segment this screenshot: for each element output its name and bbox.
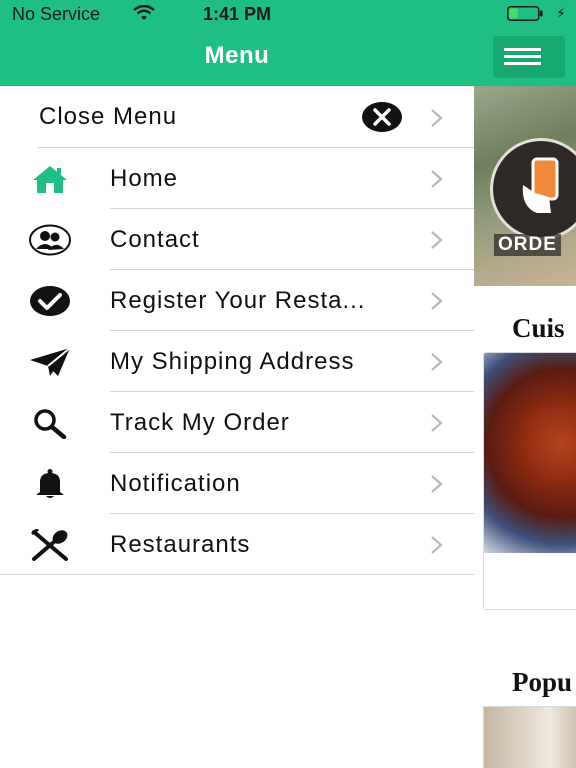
- close-menu-label: Close Menu: [39, 103, 178, 130]
- section-title-popular: Popu: [512, 667, 573, 697]
- phone-order-icon: [490, 138, 576, 240]
- main-content-peek[interactable]: ORDE Cuis Popu: [474, 0, 576, 768]
- chevron-right-icon: [431, 475, 443, 493]
- menu-item-label: My Shipping Address: [110, 348, 355, 375]
- menu-list: Close Menu Home Contact Register Your Re…: [0, 87, 474, 575]
- menu-item-track-order[interactable]: Track My Order: [0, 392, 474, 453]
- food-image: [484, 353, 576, 553]
- menu-item-contact[interactable]: Contact: [0, 209, 474, 270]
- app-header: [474, 28, 576, 86]
- chevron-right-icon: [431, 170, 443, 188]
- bell-icon: [28, 468, 72, 500]
- banner-text: ORDE: [494, 234, 561, 256]
- chevron-right-icon: [431, 109, 443, 127]
- side-menu: Menu Close Menu Home Contact Register Yo…: [0, 0, 474, 768]
- charging-bolt-icon: ⚡: [556, 5, 566, 21]
- menu-item-label: Home: [110, 165, 179, 192]
- section-title-cuisine: Cuis: [512, 313, 565, 343]
- menu-header: Menu: [0, 28, 474, 86]
- row-divider: [0, 574, 474, 575]
- hamburger-menu-button[interactable]: [493, 36, 565, 78]
- cuisine-card[interactable]: [483, 352, 576, 610]
- clock-time: 1:41 PM: [202, 4, 272, 24]
- battery-icon: [507, 6, 543, 21]
- menu-item-home[interactable]: Home: [0, 148, 474, 209]
- paper-plane-icon: [28, 346, 72, 378]
- chevron-right-icon: [431, 231, 443, 249]
- chevron-right-icon: [431, 536, 443, 554]
- search-icon: [28, 407, 72, 439]
- menu-item-restaurants[interactable]: Restaurants: [0, 514, 474, 575]
- home-icon: [28, 163, 72, 195]
- menu-title: Menu: [204, 42, 270, 69]
- menu-item-label: Restaurants: [110, 531, 251, 558]
- close-icon[interactable]: [361, 101, 403, 133]
- chevron-right-icon: [431, 353, 443, 371]
- close-menu-row[interactable]: Close Menu: [0, 87, 474, 148]
- menu-item-notification[interactable]: Notification: [0, 453, 474, 514]
- utensils-icon: [28, 529, 72, 561]
- chevron-right-icon: [431, 414, 443, 432]
- popular-card[interactable]: [483, 706, 576, 768]
- contacts-icon: [28, 224, 72, 256]
- menu-item-register-restaurant[interactable]: Register Your Resta...: [0, 270, 474, 331]
- status-bar: No Service 1:41 PM ⚡: [0, 0, 576, 28]
- chevron-right-icon: [431, 292, 443, 310]
- menu-item-label: Register Your Resta...: [110, 287, 366, 314]
- checkmark-circle-icon: [28, 285, 72, 317]
- menu-item-shipping-address[interactable]: My Shipping Address: [0, 331, 474, 392]
- menu-item-label: Notification: [110, 470, 241, 497]
- menu-item-label: Track My Order: [110, 409, 290, 436]
- order-banner[interactable]: ORDE: [474, 86, 576, 286]
- menu-item-label: Contact: [110, 226, 200, 253]
